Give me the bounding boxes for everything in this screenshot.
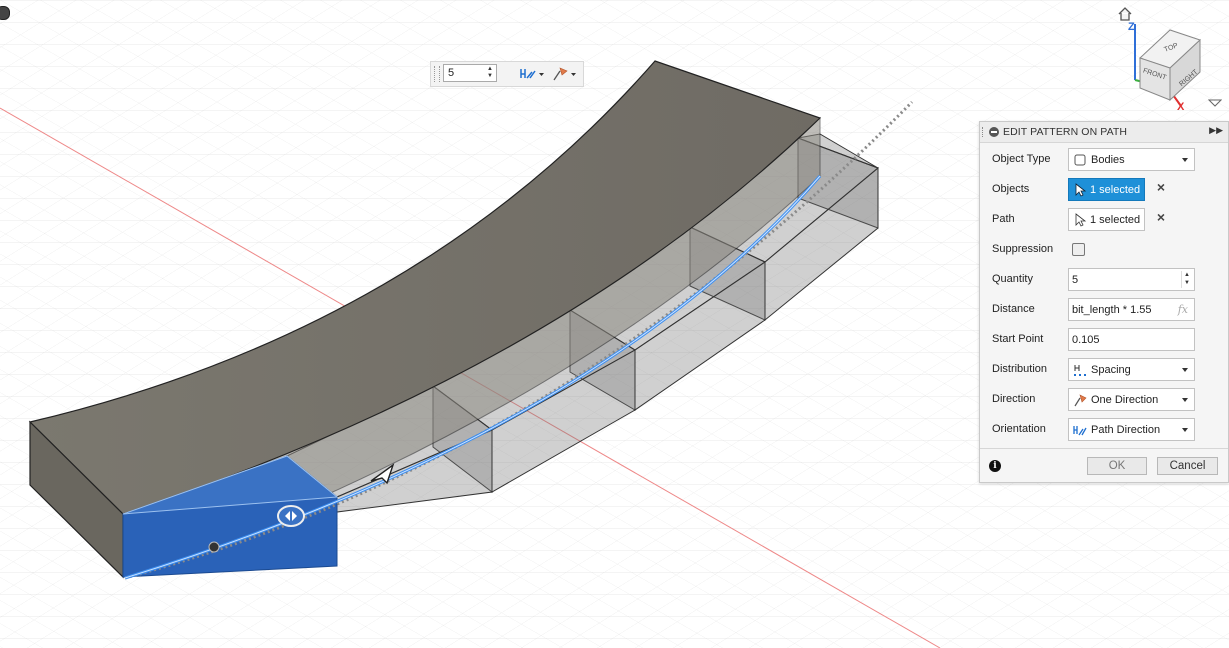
expand-icon[interactable]: ▶▶ — [1209, 125, 1223, 136]
path-clear-icon[interactable]: × — [1155, 210, 1167, 224]
quantity-label: Quantity — [992, 273, 1033, 285]
suppression-label: Suppression — [992, 243, 1054, 255]
row-start-point: Start Point 0.105 — [980, 325, 1228, 355]
start-point-handle[interactable] — [208, 541, 220, 553]
orientation-dropdown[interactable]: Path Direction — [1068, 418, 1195, 441]
path-value: 1 selected — [1090, 214, 1141, 226]
path-label: Path — [992, 213, 1015, 225]
distribution-value: Spacing — [1091, 364, 1131, 376]
orientation-label: Orientation — [992, 423, 1046, 435]
chevron-down-icon — [1182, 398, 1188, 402]
one-direction-icon — [1074, 394, 1087, 407]
quantity-stepper[interactable]: ▲ ▼ — [1181, 271, 1192, 288]
start-point-value: 0.105 — [1072, 334, 1100, 346]
start-point-label: Start Point — [992, 333, 1044, 345]
quantity-mini-input[interactable]: 5 ▲ ▼ — [443, 64, 497, 82]
dialog-header: EDIT PATTERN ON PATH ▶▶ — [980, 122, 1228, 143]
one-direction-icon — [553, 67, 568, 81]
row-path: Path 1 selected × — [980, 205, 1228, 235]
quantity-field[interactable]: 5 ▲ ▼ — [1068, 268, 1195, 291]
distance-field[interactable]: bit_length * 1.55 fx — [1068, 298, 1195, 321]
distribution-dropdown[interactable]: Spacing — [1068, 358, 1195, 381]
path-direction-icon — [1073, 426, 1087, 436]
quantity-value: 5 — [1072, 274, 1079, 286]
cursor-arrow-icon — [1075, 183, 1087, 197]
ok-button[interactable]: OK — [1087, 457, 1147, 475]
row-distance: Distance bit_length * 1.55 fx — [980, 295, 1228, 325]
view-cube-menu-icon[interactable] — [1208, 98, 1222, 108]
distance-manipulator[interactable] — [277, 505, 305, 527]
row-quantity: Quantity 5 ▲ ▼ — [980, 265, 1228, 295]
spacing-icon — [1074, 365, 1086, 376]
row-object-type: Object Type Bodies — [980, 145, 1228, 175]
axis-x-label: X — [1177, 101, 1185, 110]
dialog-grip[interactable] — [982, 127, 986, 137]
direction-mini-button[interactable] — [551, 65, 579, 83]
suppression-checkbox[interactable] — [1072, 243, 1085, 256]
row-objects: Objects 1 selected × — [980, 175, 1228, 205]
orientation-value: Path Direction — [1091, 424, 1161, 436]
cancel-button[interactable]: Cancel — [1157, 457, 1218, 475]
display-settings-icon[interactable] — [0, 6, 10, 20]
chevron-down-icon — [1182, 158, 1188, 162]
objects-clear-icon[interactable]: × — [1155, 180, 1167, 194]
mini-toolbar: 5 ▲ ▼ — [430, 61, 584, 87]
objects-select-button[interactable]: 1 selected — [1068, 178, 1145, 201]
dialog-title: EDIT PATTERN ON PATH — [1003, 126, 1128, 138]
toolbar-grip[interactable] — [434, 66, 440, 82]
object-type-value: Bodies — [1091, 154, 1125, 166]
quantity-mini-value: 5 — [448, 67, 455, 79]
pattern-on-path-dialog: EDIT PATTERN ON PATH ▶▶ Object Type Bodi… — [979, 121, 1229, 483]
quantity-mini-stepper[interactable]: ▲ ▼ — [485, 66, 495, 80]
bodies-icon — [1074, 154, 1086, 166]
direction-value: One Direction — [1091, 394, 1159, 406]
object-type-dropdown[interactable]: Bodies — [1068, 148, 1195, 171]
chevron-down-icon — [1182, 368, 1188, 372]
object-type-label: Object Type — [992, 153, 1051, 165]
chevron-down-icon — [1182, 428, 1188, 432]
objects-label: Objects — [992, 183, 1030, 195]
orientation-mini-button[interactable] — [519, 65, 547, 83]
dialog-footer: i OK Cancel — [980, 448, 1228, 483]
row-suppression: Suppression — [980, 235, 1228, 265]
info-icon[interactable]: i — [989, 460, 1001, 472]
collapse-icon[interactable] — [989, 127, 999, 137]
start-point-field[interactable]: 0.105 — [1068, 328, 1195, 351]
row-orientation: Orientation Path Direction — [980, 415, 1228, 445]
fx-icon[interactable]: fx — [1178, 303, 1188, 316]
cursor-arrow-icon — [1075, 213, 1087, 227]
path-direction-icon — [520, 69, 536, 79]
objects-value: 1 selected — [1090, 184, 1141, 196]
row-direction: Direction One Direction — [980, 385, 1228, 415]
distance-value: bit_length * 1.55 — [1072, 304, 1152, 316]
direction-dropdown[interactable]: One Direction — [1068, 388, 1195, 411]
view-cube[interactable]: Z X TOP FRONT RIGHT — [1118, 10, 1222, 110]
path-select-button[interactable]: 1 selected — [1068, 208, 1145, 231]
distance-label: Distance — [992, 303, 1035, 315]
direction-label: Direction — [992, 393, 1036, 405]
axis-z-label: Z — [1128, 21, 1135, 33]
distribution-label: Distribution — [992, 363, 1048, 375]
row-distribution: Distribution Spacing — [980, 355, 1228, 385]
